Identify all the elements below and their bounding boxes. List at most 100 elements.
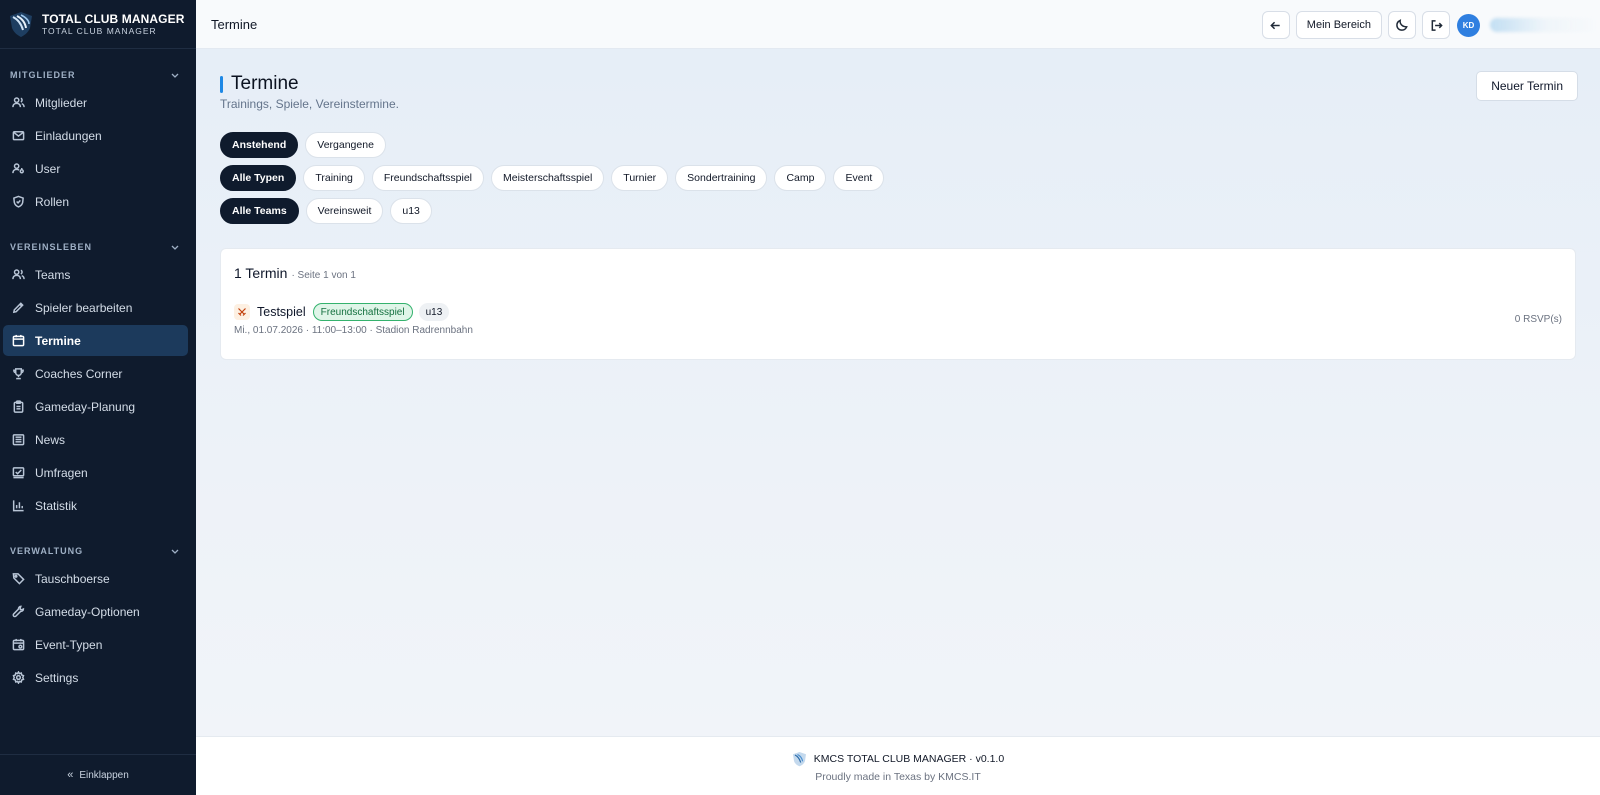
poll-icon [12, 467, 25, 479]
sidebar-item-label: Gameday-Optionen [35, 604, 140, 619]
arrow-left-icon [1270, 21, 1280, 29]
event-list-card: 1 Termin · Seite 1 von 1 Testspiel Freun… [220, 248, 1576, 360]
users-icon [12, 269, 25, 280]
logout-button[interactable] [1422, 11, 1450, 39]
footer-credit: Proudly made in Texas by KMCS.IT [815, 771, 981, 783]
sidebar-item-gameday-optionen[interactable]: Gameday-Optionen [3, 596, 188, 627]
filter-vereinsweit[interactable]: Vereinsweit [305, 198, 384, 224]
swords-icon [238, 308, 246, 316]
filter-vergangene[interactable]: Vergangene [305, 132, 386, 158]
sidebar-item-label: Rollen [35, 194, 70, 209]
user-key-icon [12, 163, 24, 174]
section-title: VEREINSLEBEN [10, 242, 93, 252]
section-mitglieder[interactable]: MITGLIEDER [0, 67, 196, 83]
sidebar-item-label: User [35, 161, 61, 176]
sidebar-item-umfragen[interactable]: Umfragen [3, 457, 188, 488]
sidebar-item-teams[interactable]: Teams [3, 259, 188, 290]
sidebar-item-tauschboerse[interactable]: Tauschboerse [3, 563, 188, 594]
sidebar-item-label: Statistik [35, 498, 78, 513]
sidebar-item-gameday-planung[interactable]: Gameday-Planung [3, 391, 188, 422]
newspaper-icon [12, 434, 25, 446]
back-button[interactable] [1261, 11, 1290, 39]
event-type-badge: Freundschaftsspiel [312, 303, 413, 321]
sidebar-item-news[interactable]: News [3, 424, 188, 455]
chevrons-left-icon: « [67, 769, 74, 781]
page-subtitle: Trainings, Spiele, Vereinstermine. [220, 97, 399, 111]
footer-version: KMCS TOTAL CLUB MANAGER · v0.1.0 [813, 753, 1005, 765]
event-title[interactable]: Testspiel [257, 305, 306, 319]
brand[interactable]: TOTAL CLUB MANAGER TOTAL CLUB MANAGER [0, 0, 196, 49]
sidebar-item-label: Spieler bearbeiten [35, 300, 133, 315]
page-info: · Seite 1 von 1 [291, 270, 356, 281]
page-title: Termine [231, 73, 299, 94]
sidebar-item-user[interactable]: User [3, 153, 188, 184]
moon-icon [1395, 18, 1408, 31]
topbar: Termine Mein Bereich KD [196, 0, 1600, 49]
event-count: 1 Termin [234, 265, 288, 281]
sidebar-item-coaches-corner[interactable]: Coaches Corner [3, 358, 188, 389]
pencil-icon [12, 302, 24, 314]
bar-chart-icon [12, 500, 24, 512]
event-type-icon [234, 304, 250, 320]
chevron-down-icon [171, 245, 179, 250]
sidebar-item-label: Coaches Corner [35, 366, 123, 381]
shield-icon [13, 195, 24, 208]
filter-sondertraining[interactable]: Sondertraining [675, 165, 768, 191]
brand-title: TOTAL CLUB MANAGER [42, 11, 185, 26]
sidebar-item-statistik[interactable]: Statistik [3, 490, 188, 521]
sidebar-item-mitglieder[interactable]: Mitglieder [3, 87, 188, 118]
filter-event[interactable]: Event [833, 165, 885, 191]
theme-toggle-button[interactable] [1388, 11, 1416, 39]
trophy-icon [13, 368, 24, 380]
calendar-icon [12, 334, 25, 347]
section-vereinsleben[interactable]: VEREINSLEBEN [0, 239, 196, 255]
sidebar-item-termine[interactable]: Termine [3, 325, 188, 356]
footer: KMCS TOTAL CLUB MANAGER · v0.1.0 Proudly… [196, 736, 1600, 795]
event-meta: Mi., 01.07.2026 · 11:00–13:00 · Stadion … [234, 325, 473, 336]
sidebar-item-label: News [35, 432, 66, 447]
sidebar-item-label: Gameday-Planung [35, 399, 136, 414]
sidebar-item-einladungen[interactable]: Einladungen [3, 120, 188, 151]
sidebar-item-label: Settings [35, 670, 79, 685]
gear-icon [12, 671, 25, 684]
filter-alle-teams[interactable]: Alle Teams [220, 198, 299, 224]
main-content: Termine Trainings, Spiele, Vereinstermin… [196, 49, 1600, 736]
filter-alle-typen[interactable]: Alle Typen [220, 165, 297, 191]
page-title-wrap: Termine [220, 73, 299, 95]
topbar-title: Termine [211, 16, 258, 32]
time-filter-row: Anstehend Vergangene [220, 132, 393, 158]
sidebar-item-label: Teams [35, 267, 71, 282]
chevron-down-icon [171, 73, 179, 78]
new-event-button[interactable]: Neuer Termin [1476, 71, 1578, 101]
sidebar-item-label: Einladungen [35, 128, 102, 143]
collapse-label: Einklappen [79, 769, 129, 781]
sidebar-item-label: Tauschboerse [35, 571, 110, 586]
sidebar-item-label: Mitglieder [35, 95, 88, 110]
mein-bereich-button[interactable]: Mein Bereich [1295, 11, 1382, 39]
type-filter-row: Alle Typen Training Freundschaftsspiel M… [220, 165, 891, 191]
sidebar-item-spieler-bearbeiten[interactable]: Spieler bearbeiten [3, 292, 188, 323]
sidebar-item-settings[interactable]: Settings [3, 662, 188, 693]
filter-turnier[interactable]: Turnier [611, 165, 669, 191]
filter-training[interactable]: Training [303, 165, 365, 191]
user-name-blurred[interactable] [1490, 18, 1600, 32]
chevron-down-icon [171, 549, 179, 554]
clipboard-icon [13, 400, 24, 413]
brand-subtitle: TOTAL CLUB MANAGER [42, 25, 157, 36]
filter-u13[interactable]: u13 [390, 198, 432, 224]
section-verwaltung[interactable]: VERWALTUNG [0, 543, 196, 559]
event-team-badge: u13 [418, 303, 450, 321]
users-icon [12, 97, 25, 108]
filter-freundschaftsspiel[interactable]: Freundschaftsspiel [371, 165, 485, 191]
avatar[interactable]: KD [1457, 13, 1480, 37]
shield-logo-icon [10, 12, 32, 37]
collapse-sidebar-button[interactable]: « Einklappen [0, 754, 196, 795]
filter-camp[interactable]: Camp [774, 165, 827, 191]
filter-anstehend[interactable]: Anstehend [220, 132, 299, 158]
filter-meisterschaftsspiel[interactable]: Meisterschaftsspiel [491, 165, 605, 191]
footer-brand: KMCS TOTAL CLUB MANAGER · v0.1.0 [196, 751, 1600, 767]
sidebar-item-event-typen[interactable]: Event-Typen [3, 629, 188, 660]
sidebar-item-label: Termine [35, 333, 81, 348]
sidebar-item-rollen[interactable]: Rollen [3, 186, 188, 217]
list-item[interactable]: Testspiel Freundschaftsspiel u13 [234, 303, 450, 321]
